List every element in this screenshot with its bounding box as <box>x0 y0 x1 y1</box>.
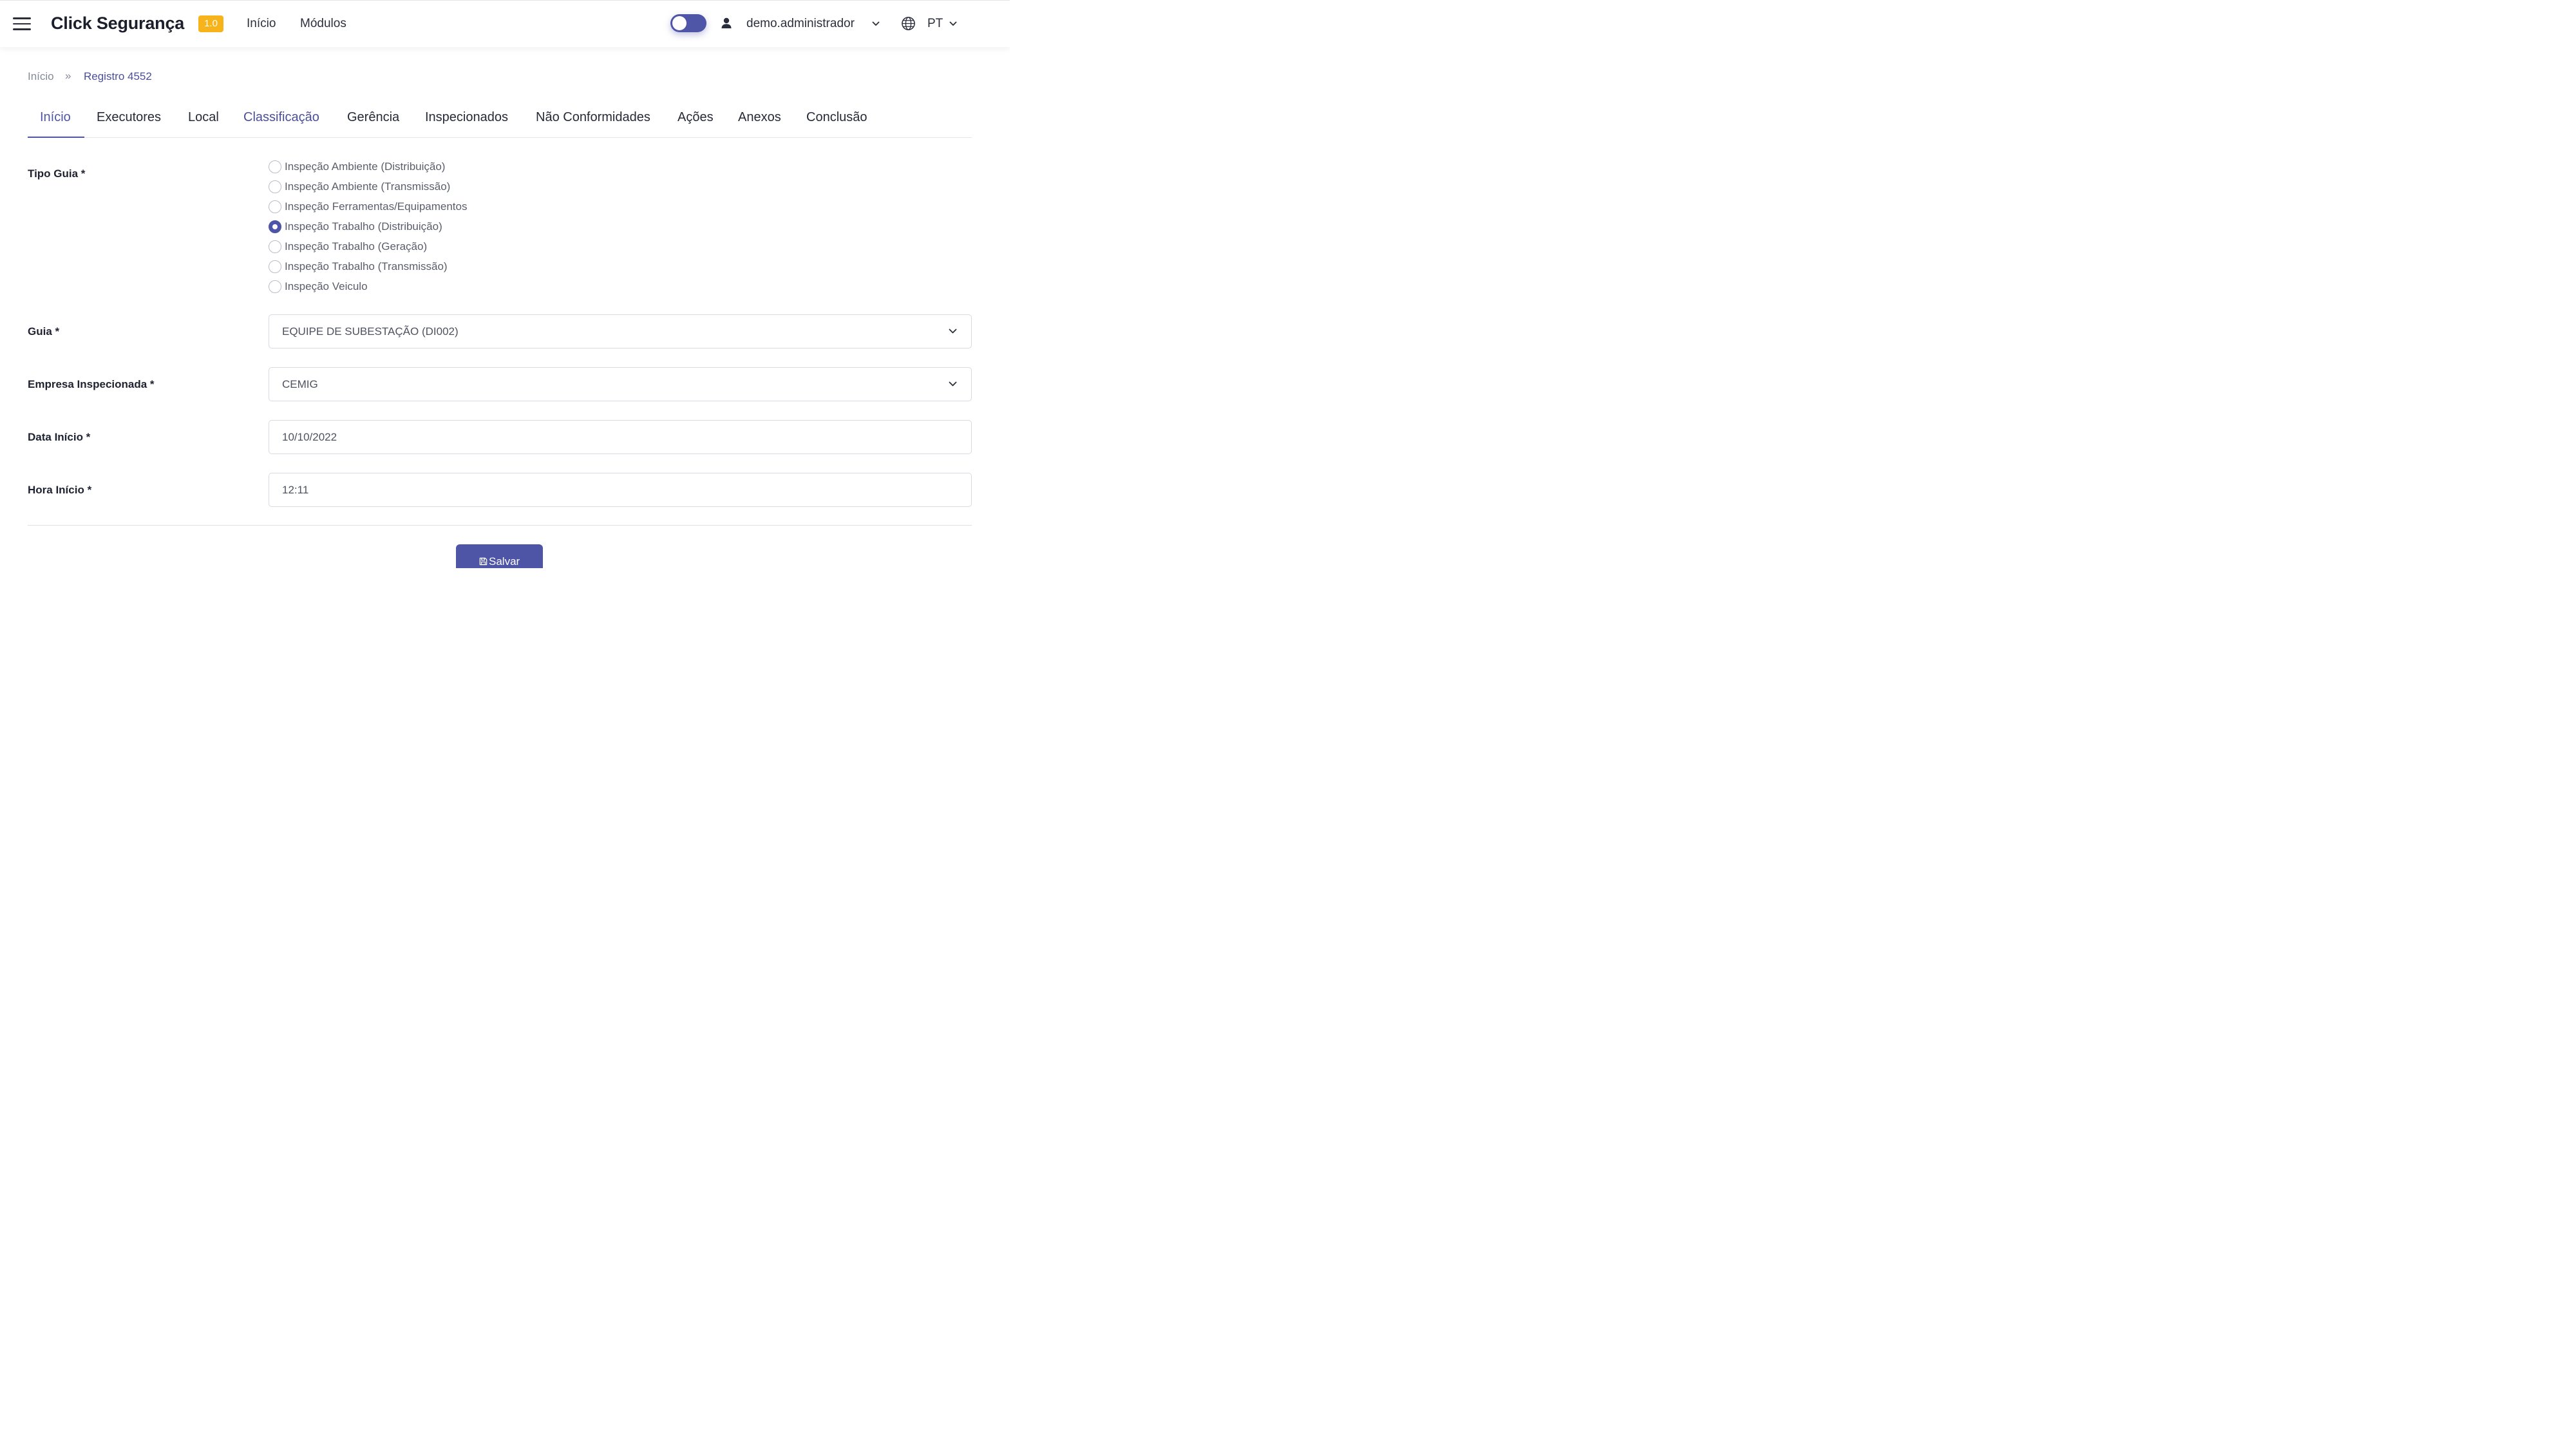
radio-button[interactable] <box>269 200 281 213</box>
globe-icon[interactable] <box>901 16 916 31</box>
breadcrumb-current: Registro 4552 <box>84 70 152 82</box>
tab-conclusao[interactable]: Conclusão <box>806 110 867 125</box>
breadcrumb-separator: » <box>65 70 71 82</box>
guia-select[interactable]: EQUIPE DE SUBESTAÇÃO (DI002) <box>269 314 972 348</box>
version-badge: 1.0 <box>198 15 223 32</box>
top-navbar: Click Segurança 1.0 Início Módulos demo.… <box>0 0 1010 47</box>
active-tab-indicator <box>28 137 84 138</box>
tab-anexos[interactable]: Anexos <box>738 110 781 125</box>
theme-toggle[interactable] <box>670 14 706 32</box>
radio-option-label: Inspeção Trabalho (Distribuição) <box>285 220 442 233</box>
empresa-select[interactable]: CEMIG <box>269 367 972 401</box>
radio-option-label: Inspeção Veiculo <box>285 280 368 292</box>
tab-inspecionados[interactable]: Inspecionados <box>425 110 508 125</box>
hamburger-menu-icon[interactable] <box>13 17 31 30</box>
save-icon <box>479 557 488 566</box>
user-icon <box>721 17 732 28</box>
empresa-label: Empresa Inspecionada * <box>28 378 155 390</box>
guia-label: Guia * <box>28 325 60 338</box>
tab-nao-conformidades[interactable]: Não Conformidades <box>536 110 650 125</box>
chevron-down-icon <box>949 381 957 386</box>
radio-option-label: Inspeção Trabalho (Geração) <box>285 240 428 253</box>
hora-inicio-field[interactable]: 12:11 <box>269 473 972 507</box>
chevron-down-icon[interactable] <box>949 21 957 26</box>
form-divider <box>28 525 972 526</box>
tab-gerencia[interactable]: Gerência <box>347 110 399 125</box>
data-inicio-field[interactable]: 10/10/2022 <box>269 420 972 454</box>
breadcrumb-home[interactable]: Início <box>28 70 54 83</box>
chevron-down-icon[interactable] <box>872 21 880 26</box>
tab-acoes[interactable]: Ações <box>677 110 714 125</box>
toggle-knob <box>672 16 687 30</box>
tipo-guia-label: Tipo Guia * <box>28 167 86 180</box>
language-selector[interactable]: PT <box>927 17 943 31</box>
radio-button[interactable] <box>269 240 281 253</box>
app-brand[interactable]: Click Segurança <box>51 14 184 33</box>
radio-button[interactable] <box>269 160 281 173</box>
tabs-divider <box>28 137 972 138</box>
nav-link-modulos[interactable]: Módulos <box>300 17 346 31</box>
nav-link-inicio[interactable]: Início <box>247 17 276 31</box>
data-inicio-value: 10/10/2022 <box>282 431 337 443</box>
tab-inicio[interactable]: Início <box>40 110 71 125</box>
radio-option-label: Inspeção Ambiente (Distribuição) <box>285 160 446 173</box>
guia-selected-value: EQUIPE DE SUBESTAÇÃO (DI002) <box>282 325 459 338</box>
radio-option-label: Inspeção Ferramentas/Equipamentos <box>285 200 468 213</box>
radio-option-label: Inspeção Ambiente (Transmissão) <box>285 180 451 193</box>
radio-button[interactable] <box>269 180 281 193</box>
hora-inicio-label: Hora Início * <box>28 484 92 496</box>
radio-button[interactable] <box>269 260 281 273</box>
save-button[interactable]: Salvar <box>456 544 543 568</box>
tab-classificacao[interactable]: Classificação <box>243 110 319 125</box>
tab-executores[interactable]: Executores <box>97 110 161 125</box>
page: Click Segurança 1.0 Início Módulos demo.… <box>0 0 1010 568</box>
save-button-label: Salvar <box>489 555 520 568</box>
user-menu[interactable]: demo.administrador <box>746 17 855 31</box>
hora-inicio-value: 12:11 <box>282 484 309 496</box>
tab-local[interactable]: Local <box>188 110 219 125</box>
radio-button-checked[interactable] <box>269 220 281 233</box>
empresa-selected-value: CEMIG <box>282 378 318 390</box>
radio-option-label: Inspeção Trabalho (Transmissão) <box>285 260 448 272</box>
data-inicio-label: Data Início * <box>28 431 91 443</box>
radio-button[interactable] <box>269 280 281 293</box>
chevron-down-icon <box>949 329 957 334</box>
